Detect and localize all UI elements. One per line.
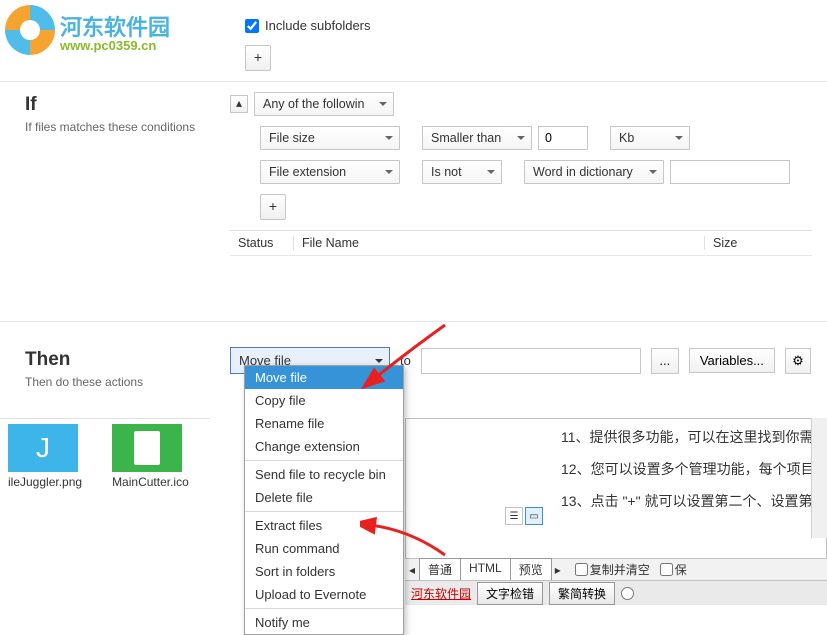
tip-text: 13、点击 "+" 就可以设置第二个、设置第三 — [561, 491, 816, 511]
menu-item-extract-files[interactable]: Extract files — [245, 514, 403, 537]
condition-field-dropdown[interactable]: File size — [260, 126, 400, 150]
then-subtitle: Then do these actions — [25, 375, 200, 389]
copy-clear-checkbox[interactable] — [575, 563, 588, 576]
editor-tab-bar: ◂ 普通HTML预览 ▸ 复制并清空 保 — [405, 558, 827, 580]
file-item[interactable]: J ileJuggler.png — [8, 424, 82, 493]
status-header-status: Status — [238, 236, 293, 250]
condition-extra-dropdown[interactable]: Word in dictionary — [524, 160, 664, 184]
add-condition-button[interactable]: + — [260, 194, 286, 220]
menu-item-move-file[interactable]: Move file — [245, 366, 403, 389]
view-detail-icon[interactable]: ▭ — [525, 507, 543, 525]
bottom-toolbar: 河东软件园 文字检错 繁简转换 — [405, 580, 827, 605]
settings-button[interactable]: ⚙ — [785, 348, 811, 374]
menu-item-change-extension[interactable]: Change extension — [245, 435, 403, 458]
action-dropdown-menu: Move fileCopy fileRename fileChange exte… — [244, 365, 404, 635]
scrollbar[interactable] — [811, 418, 827, 538]
editor-tab[interactable]: 普通 — [419, 558, 461, 581]
file-thumbnail — [112, 424, 182, 472]
condition-op-dropdown[interactable]: Smaller than — [422, 126, 532, 150]
status-header-size: Size — [704, 236, 804, 250]
menu-item-copy-file[interactable]: Copy file — [245, 389, 403, 412]
condition-field-dropdown[interactable]: File extension — [260, 160, 400, 184]
browse-button[interactable]: ... — [651, 348, 679, 374]
editor-tab[interactable]: 预览 — [510, 558, 552, 581]
menu-item-rename-file[interactable]: Rename file — [245, 412, 403, 435]
include-subfolders-label: Include subfolders — [265, 18, 371, 33]
status-header-filename: File Name — [293, 236, 704, 250]
keep-checkbox[interactable] — [660, 563, 673, 576]
option-radio[interactable] — [621, 587, 634, 600]
file-name-label: ileJuggler.png — [8, 475, 82, 489]
include-subfolders-checkbox[interactable] — [245, 19, 259, 33]
condition-unit-dropdown[interactable]: Kb — [610, 126, 690, 150]
tip-text: 12、您可以设置多个管理功能，每个项目可 — [561, 459, 816, 479]
logo-watermark: 河东软件园 www.pc0359.cn — [0, 0, 180, 70]
menu-item-delete-file[interactable]: Delete file — [245, 486, 403, 509]
convert-button[interactable]: 繁简转换 — [549, 582, 615, 605]
if-title: If — [25, 94, 200, 116]
menu-item-notify-me[interactable]: Notify me — [245, 611, 403, 634]
if-subtitle: If files matches these conditions — [25, 120, 200, 134]
variables-button[interactable]: Variables... — [689, 348, 775, 373]
tip-text: 11、提供很多功能，可以在这里找到你需要 — [561, 427, 816, 447]
logo-icon — [5, 5, 55, 55]
file-thumbnail-strip: J ileJuggler.png MainCutter.ico — [0, 418, 210, 498]
condition-text-input[interactable] — [670, 160, 790, 184]
menu-item-sort-in-folders[interactable]: Sort in folders — [245, 560, 403, 583]
file-thumbnail: J — [8, 424, 78, 472]
menu-item-run-command[interactable]: Run command — [245, 537, 403, 560]
then-title: Then — [25, 349, 200, 371]
logo-url: www.pc0359.cn — [60, 38, 156, 53]
view-list-icon[interactable]: ☰ — [505, 507, 523, 525]
site-link[interactable]: 河东软件园 — [411, 585, 471, 602]
file-name-label: MainCutter.ico — [112, 475, 189, 489]
menu-item-send-file-to-recycle-bin[interactable]: Send file to recycle bin — [245, 463, 403, 486]
collapse-toggle[interactable]: ▴ — [230, 95, 248, 113]
destination-input[interactable] — [421, 348, 641, 374]
text-check-button[interactable]: 文字检错 — [477, 582, 543, 605]
file-item[interactable]: MainCutter.ico — [112, 424, 189, 493]
match-mode-dropdown[interactable]: Any of the followin — [254, 92, 394, 116]
editor-tab[interactable]: HTML — [460, 558, 511, 581]
add-folder-button[interactable]: + — [245, 45, 271, 71]
menu-item-upload-to-evernote[interactable]: Upload to Evernote — [245, 583, 403, 606]
condition-value-input[interactable] — [538, 126, 588, 150]
condition-op-dropdown[interactable]: Is not — [422, 160, 502, 184]
